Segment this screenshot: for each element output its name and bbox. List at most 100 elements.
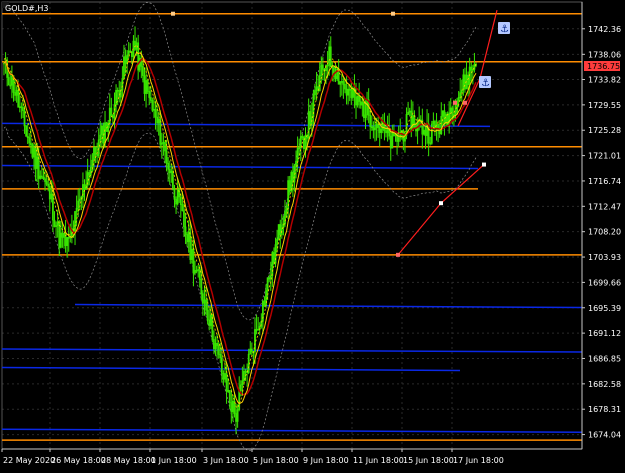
candle-body (127, 50, 130, 56)
candle-body (241, 380, 244, 386)
candle-body (99, 134, 102, 141)
alert-icon-1[interactable]: ⚓ (498, 22, 510, 35)
y-tick-label: 1682.58 (588, 380, 621, 389)
candle-body (170, 170, 173, 174)
chart-container[interactable]: 1742.36 1738.06 1733.82 1729.55 1725.28 1721.… (0, 0, 625, 469)
y-tick-label: 1695.39 (588, 304, 621, 313)
candle-body (394, 134, 397, 137)
candle-body (50, 193, 53, 200)
candle-body (284, 211, 286, 225)
level-marker[interactable] (463, 100, 467, 105)
candle-body (440, 116, 443, 135)
candle-body (266, 277, 269, 291)
candle-body (430, 123, 433, 144)
candle-body (457, 97, 460, 102)
candle-body (257, 328, 260, 331)
candle-body (315, 86, 318, 91)
y-tick-label: 1725.28 (588, 126, 621, 135)
candle-body (254, 329, 256, 352)
candle-body (77, 200, 80, 209)
candle-body (238, 390, 241, 410)
candle-body (271, 252, 274, 277)
candle-body (123, 56, 125, 79)
symbol-label: GOLD#,H3 (5, 4, 48, 13)
candle-body (162, 142, 165, 144)
candle-body (227, 390, 230, 392)
candle-body (33, 147, 35, 158)
x-tick-label: 5 Jun 18:00 (253, 456, 299, 465)
candle-body (298, 147, 301, 150)
level-marker[interactable] (439, 201, 443, 206)
x-tick-label: 11 Jun 18:00 (353, 456, 404, 465)
y-tick-label: 1738.06 (588, 50, 621, 59)
candle-body (239, 384, 242, 392)
candle-body (197, 269, 200, 271)
candle-body (397, 137, 400, 142)
candle-body (339, 81, 342, 85)
x-tick-label: 3 Jun 18:00 (203, 456, 249, 465)
candle-body (356, 95, 359, 106)
level-marker[interactable] (396, 252, 400, 257)
candle-body (56, 221, 59, 226)
candle-body (307, 111, 310, 139)
candle-body (203, 299, 206, 304)
candle-body (78, 198, 81, 202)
candle-body (153, 108, 155, 111)
candle-body (320, 64, 323, 76)
candle-body (113, 104, 116, 119)
candle-body (160, 142, 163, 145)
level-marker[interactable] (171, 11, 175, 16)
current-price-label: 1736.75 (587, 62, 620, 71)
candle-body (249, 348, 252, 355)
candle-body (274, 244, 277, 264)
candle-body (243, 370, 245, 382)
level-marker[interactable] (453, 100, 457, 105)
y-tick-label: 1686.85 (588, 354, 621, 363)
candle-body (347, 88, 350, 96)
chart-background (0, 0, 625, 469)
candle-body (97, 139, 100, 157)
level-marker[interactable] (482, 162, 486, 167)
candle-body (265, 290, 267, 306)
candle-body (460, 89, 463, 93)
candle-body (18, 106, 21, 109)
candle-body (285, 208, 288, 213)
candle-body (66, 237, 69, 246)
candle-body (399, 131, 402, 139)
candle-body (441, 110, 444, 117)
candle-body (361, 101, 364, 106)
candle-body (187, 231, 190, 243)
candle-body (104, 122, 106, 144)
candle-body (194, 269, 196, 274)
candle-body (93, 146, 95, 161)
candle-body (304, 135, 307, 150)
candle-body (462, 74, 465, 91)
anchor-icon: ⚓ (500, 24, 509, 35)
candle-body (214, 343, 217, 350)
candle-body (36, 156, 39, 169)
y-tick-label: 1691.12 (588, 329, 621, 338)
candle-body (100, 125, 103, 136)
candle-body (375, 123, 378, 129)
candle-body (318, 75, 321, 92)
candle-body (10, 75, 13, 86)
candle-body (391, 132, 394, 149)
candle-body (157, 118, 160, 124)
x-tick-label: 22 May 2020 (3, 456, 55, 465)
candle-body (231, 400, 234, 413)
level-marker[interactable] (391, 11, 395, 16)
candle-body (121, 78, 124, 91)
anchor-icon: ⚓ (481, 78, 490, 89)
y-tick-label: 1716.74 (588, 177, 621, 186)
candle-body (59, 232, 62, 248)
candle-body (236, 409, 239, 422)
candle-body (445, 113, 447, 124)
candle-body (277, 224, 280, 240)
candle-body (74, 211, 76, 232)
y-tick-label: 1674.04 (588, 431, 621, 440)
price-chart-svg[interactable]: 1742.36 1738.06 1733.82 1729.55 1725.28 1721.… (0, 0, 625, 469)
alert-icon-2[interactable]: ⚓ (479, 76, 491, 89)
y-tick-label: 1742.36 (588, 25, 621, 34)
candle-body (91, 159, 94, 168)
x-tick-label: 15 Jun 18:00 (403, 456, 454, 465)
